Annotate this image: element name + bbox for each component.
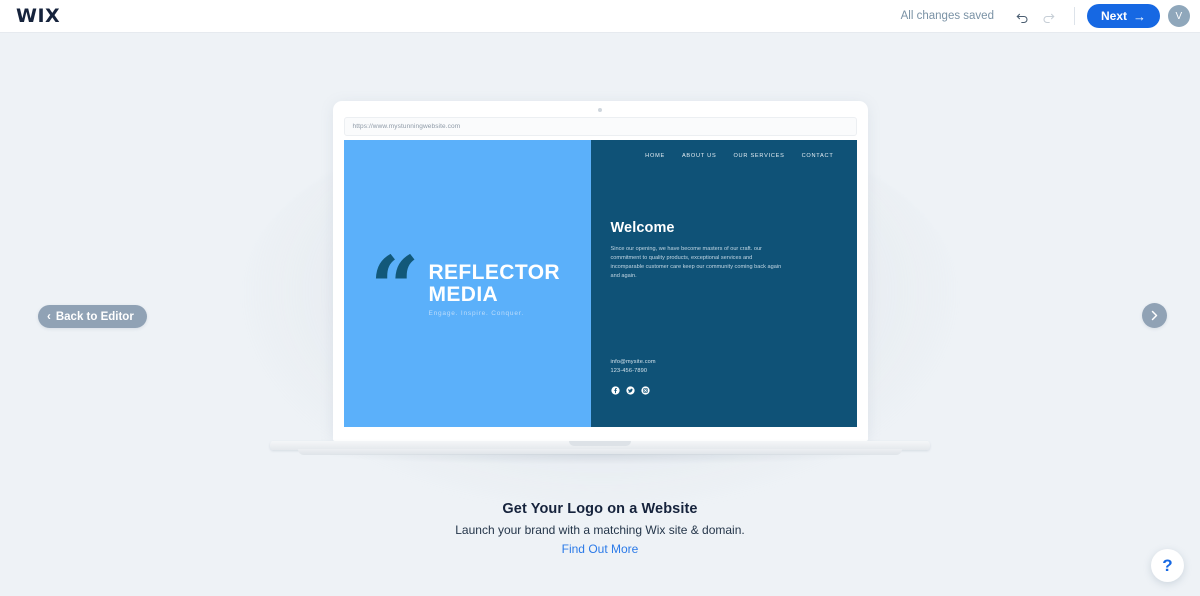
laptop-camera-icon [598,108,602,112]
top-bar-actions: All changes saved Next → V [901,3,1190,29]
laptop-mockup: https://www.mystunningwebsite.com “ REFL… [270,101,930,464]
site-nav-item-home[interactable]: HOME [645,153,665,159]
avatar[interactable]: V [1168,5,1190,27]
wix-logo[interactable]: WIX [16,5,60,27]
browser-url-text: https://www.mystunningwebsite.com [352,123,461,130]
site-nav-item-our-services[interactable]: OUR SERVICES [733,153,784,159]
contact-email: info@mysite.com [610,359,656,366]
undo-button[interactable] [1010,3,1036,29]
site-nav-item-about-us[interactable]: ABOUT US [682,153,717,159]
laptop-screen: https://www.mystunningwebsite.com “ REFL… [332,101,868,441]
brand-tagline: Engage. Inspire. Conquer. [428,309,524,317]
next-logo-button[interactable] [1142,303,1167,328]
redo-button[interactable] [1036,3,1062,29]
brand-logo-text: REFLECTOR MEDIA Engage. Inspire. Conquer… [428,256,560,317]
save-status-text: All changes saved [900,10,994,22]
browser-address-bar[interactable]: https://www.mystunningwebsite.com [343,117,857,136]
website-preview: “ REFLECTOR MEDIA Engage. Inspire. Conqu… [343,140,857,427]
welcome-heading: Welcome [610,220,675,236]
laptop-base-notch [569,441,631,446]
twitter-icon[interactable] [625,386,635,395]
find-out-more-link[interactable]: Find Out More [562,542,639,556]
quote-mark-icon: “ [369,238,420,340]
brand-logo: “ REFLECTOR MEDIA Engage. Inspire. Conqu… [369,238,560,340]
brand-name-line-1: REFLECTOR [428,261,561,285]
promo-section: Get Your Logo on a Website Launch your b… [0,501,1200,558]
site-nav-item-contact[interactable]: CONTACT [802,153,834,159]
arrow-right-icon: → [1133,8,1146,24]
next-button-label: Next [1100,9,1127,23]
brand-name-line-2: MEDIA [428,282,499,306]
social-links [610,386,656,395]
site-contact-block: info@mysite.com 123-456-7890 [611,358,656,395]
welcome-body-text: Since our opening, we have become master… [610,246,782,280]
site-logo-panel: “ REFLECTOR MEDIA Engage. Inspire. Conqu… [343,140,591,427]
chevron-left-icon: ‹ [47,310,51,323]
undo-arrow-icon [1017,13,1028,23]
toolbar-divider [1073,7,1075,25]
back-to-editor-button[interactable]: ‹ Back to Editor [38,305,147,328]
help-button[interactable]: ? [1151,549,1184,582]
redo-arrow-icon [1044,13,1055,23]
chevron-right-icon [1151,310,1158,321]
contact-phone: 123-456-7890 [610,368,648,375]
laptop-base [270,441,930,464]
site-nav: HOME ABOUT US OUR SERVICES CONTACT [611,140,837,159]
top-bar: WIX All changes saved Next → V [0,0,1200,33]
promo-subtitle: Launch your brand with a matching Wix si… [455,523,745,537]
facebook-icon[interactable] [610,386,620,395]
instagram-icon[interactable] [640,386,650,395]
promo-title: Get Your Logo on a Website [502,501,698,517]
welcome-section: Welcome Since our opening, we have becom… [611,220,837,281]
app-root: WIX All changes saved Next → V https://w… [0,0,1200,596]
next-button[interactable]: Next → [1086,4,1160,28]
laptop-base-shadow [330,454,870,464]
site-content-panel: HOME ABOUT US OUR SERVICES CONTACT Welco… [590,140,857,427]
back-to-editor-label: Back to Editor [55,310,134,323]
stage: https://www.mystunningwebsite.com “ REFL… [0,33,1200,596]
